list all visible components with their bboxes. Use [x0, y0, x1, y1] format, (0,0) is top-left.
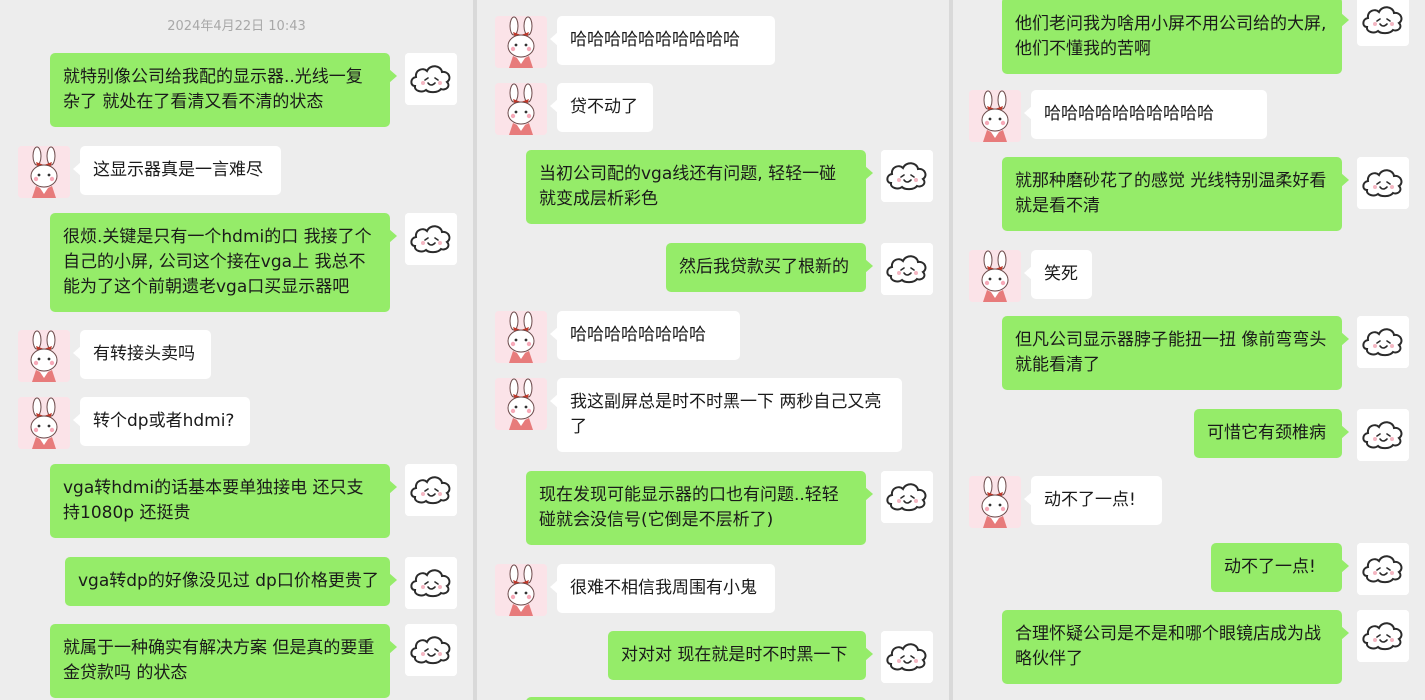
message-bubble-received[interactable]: 转个dp或者hdmi? — [73, 397, 250, 446]
message-bubble-received[interactable]: 我这副屏总是时不时黑一下 两秒自己又亮了 — [550, 378, 902, 452]
bunny-girl-icon[interactable] — [18, 146, 70, 198]
message-bubble-sent[interactable]: 就那种磨砂花了的感觉 光线特别温柔好看 就是看不清 — [1002, 157, 1349, 231]
bunny-girl-icon[interactable] — [18, 330, 70, 382]
message-bubble-sent[interactable]: 当初公司配的vga线还有问题, 轻轻一碰就变成层析彩色 — [526, 150, 873, 224]
message-bubble-sent[interactable]: 但凡公司显示器脖子能扭一扭 像前弯弯头 就能看清了 — [1002, 316, 1349, 390]
message-bubble-sent[interactable]: 然后我贷款买了根新的 — [666, 243, 873, 292]
chat-timestamp: 2024年4月22日 10:43 — [167, 19, 306, 34]
cloud-face-icon[interactable] — [405, 557, 457, 609]
cloud-face-icon[interactable] — [405, 624, 457, 676]
message-bubble-received[interactable]: 动不了一点! — [1024, 476, 1162, 525]
chat-panel-right[interactable]: 他们老问我为啥用小屏不用公司给的大屏, 他们不懂我的苦啊 哈哈哈哈哈哈哈哈哈哈 … — [953, 0, 1425, 700]
message-bubble-sent[interactable]: vga转dp的好像没见过 dp口价格更贵了 — [65, 557, 397, 606]
message-bubble-received[interactable]: 哈哈哈哈哈哈哈哈哈哈 — [550, 16, 775, 65]
message-bubble-sent[interactable]: 现在发现可能显示器的口也有问题..轻轻碰就会没信号(它倒是不层析了) — [526, 471, 873, 545]
cloud-face-icon[interactable] — [881, 243, 933, 295]
cloud-face-icon[interactable] — [881, 631, 933, 683]
message-bubble-received[interactable]: 笑死 — [1024, 250, 1092, 299]
message-bubble-received[interactable]: 有转接头卖吗 — [73, 330, 211, 379]
message-bubble-sent[interactable]: 就特别像公司给我配的显示器..光线一复杂了 就处在了看清又看不清的状态 — [50, 53, 397, 127]
message-bubble-sent[interactable]: 很烦.关键是只有一个hdmi的口 我接了个自己的小屏, 公司这个接在vga上 我… — [50, 213, 397, 312]
message-bubble-sent[interactable]: 就属于一种确实有解决方案 但是真的要重金贷款吗 的状态 — [50, 624, 397, 698]
chat-panel-left[interactable]: 2024年4月22日 10:43 就特别像公司给我配的显示器..光线一复杂了 就… — [0, 0, 473, 700]
bunny-girl-icon[interactable] — [495, 16, 547, 68]
chat-panel-middle[interactable]: 哈哈哈哈哈哈哈哈哈哈 贷不动了 当初公司配的vga线还有问题, 轻轻一碰就变成层… — [477, 0, 949, 700]
bunny-girl-icon[interactable] — [495, 378, 547, 430]
cloud-face-icon[interactable] — [881, 471, 933, 523]
cloud-face-icon[interactable] — [881, 150, 933, 202]
bunny-girl-icon[interactable] — [495, 311, 547, 363]
cloud-face-icon[interactable] — [405, 53, 457, 105]
message-bubble-sent[interactable]: 动不了一点! — [1211, 543, 1349, 592]
cloud-face-icon[interactable] — [1357, 0, 1409, 46]
cloud-face-icon[interactable] — [1357, 409, 1409, 461]
message-bubble-received[interactable]: 哈哈哈哈哈哈哈哈 — [550, 311, 740, 360]
message-bubble-sent[interactable]: vga转hdmi的话基本要单独接电 还只支持1080p 还挺贵 — [50, 464, 397, 538]
cloud-face-icon[interactable] — [1357, 543, 1409, 595]
message-bubble-received[interactable]: 贷不动了 — [550, 83, 653, 132]
cloud-face-icon[interactable] — [405, 464, 457, 516]
bunny-girl-icon[interactable] — [495, 83, 547, 135]
cloud-face-icon[interactable] — [1357, 610, 1409, 662]
message-bubble-received[interactable]: 哈哈哈哈哈哈哈哈哈哈 — [1024, 90, 1267, 139]
cloud-face-icon[interactable] — [405, 213, 457, 265]
cloud-face-icon[interactable] — [1357, 316, 1409, 368]
message-bubble-sent[interactable]: 他们老问我为啥用小屏不用公司给的大屏, 他们不懂我的苦啊 — [1002, 0, 1349, 74]
cloud-face-icon[interactable] — [1357, 157, 1409, 209]
bunny-girl-icon[interactable] — [969, 90, 1021, 142]
bunny-girl-icon[interactable] — [969, 476, 1021, 528]
message-bubble-sent[interactable]: 可惜它有颈椎病 — [1194, 409, 1349, 458]
message-bubble-sent[interactable]: 对对对 现在就是时不时黑一下 — [608, 631, 873, 680]
bunny-girl-icon[interactable] — [18, 397, 70, 449]
bunny-girl-icon[interactable] — [969, 250, 1021, 302]
message-bubble-received[interactable]: 很难不相信我周围有小鬼 — [550, 564, 775, 613]
bunny-girl-icon[interactable] — [495, 564, 547, 616]
message-bubble-received[interactable]: 这显示器真是一言难尽 — [73, 146, 281, 195]
message-bubble-sent[interactable]: 合理怀疑公司是不是和哪个眼镜店成为战略伙伴了 — [1002, 610, 1349, 684]
